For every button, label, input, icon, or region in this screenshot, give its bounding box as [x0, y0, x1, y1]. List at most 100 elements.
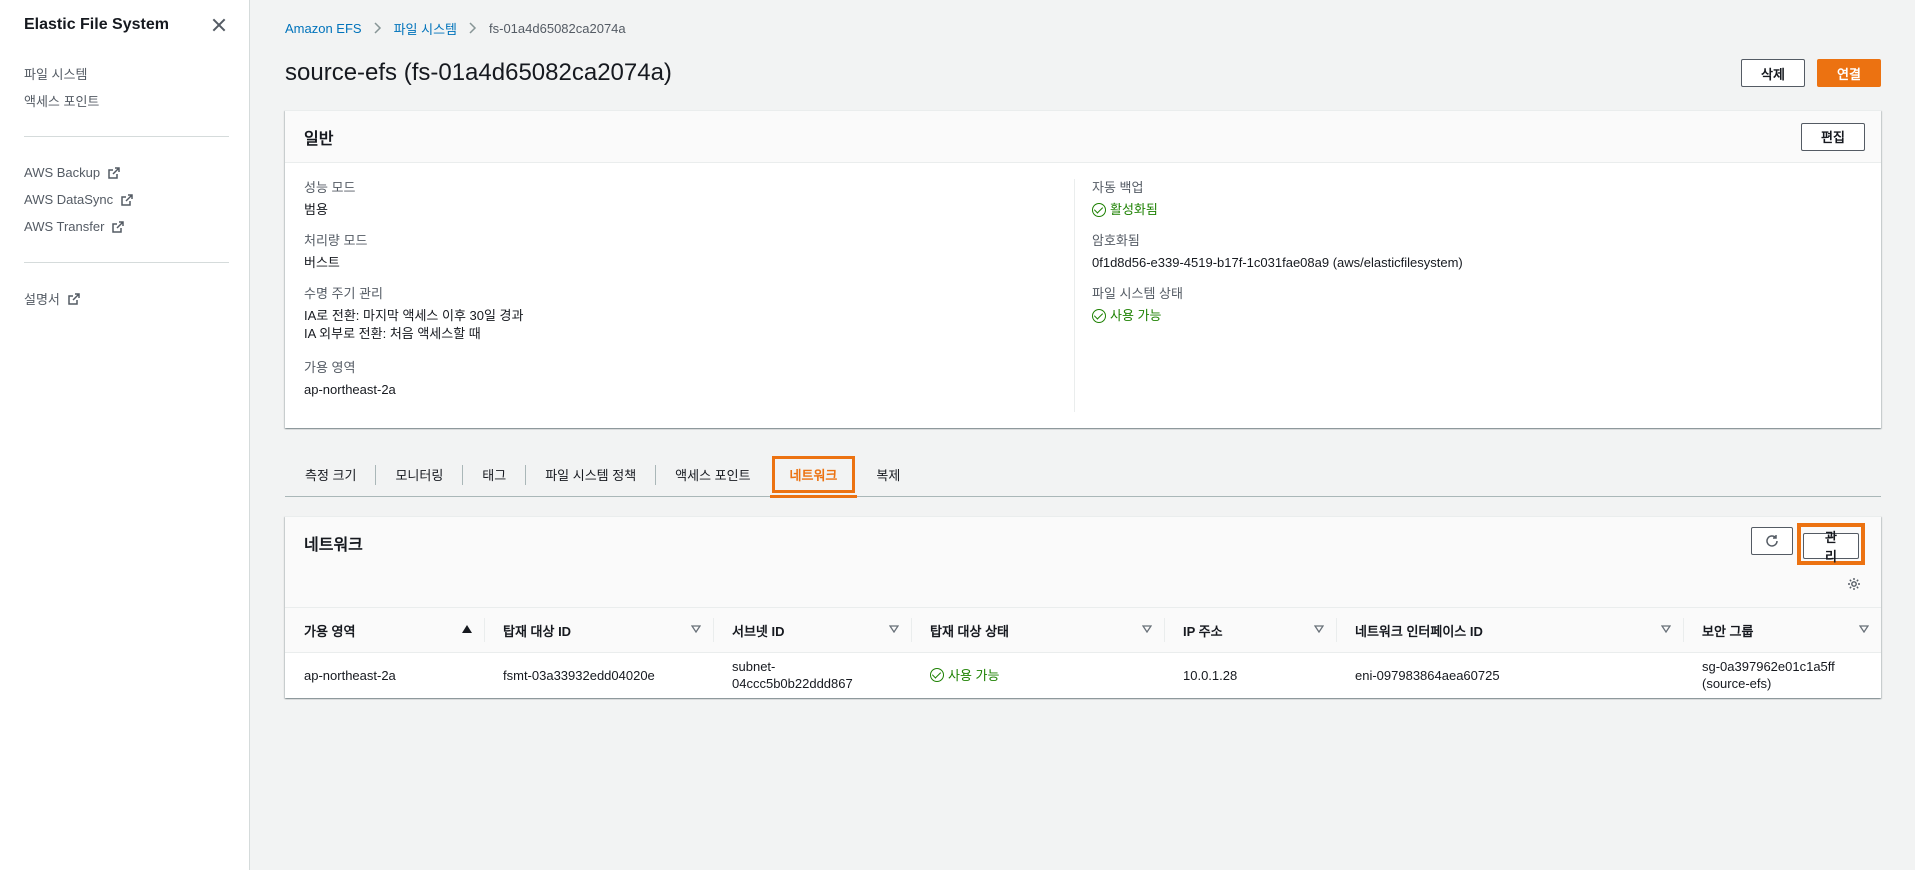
column-label: 탑재 대상 상태: [930, 623, 1009, 639]
column-security-groups[interactable]: 보안 그룹: [1683, 607, 1881, 653]
column-separator: [1683, 618, 1684, 642]
encryption: 암호화됨 0f1d8d56-e339-4519-b17f-1c031fae08a…: [1092, 232, 1862, 272]
gear-icon[interactable]: [1847, 577, 1861, 591]
performance-mode-value: 범용: [304, 202, 328, 217]
refresh-icon: [1766, 535, 1778, 547]
column-subnet-id[interactable]: 서브넷 ID: [713, 607, 911, 653]
cell-mount-target-state: 사용 가능: [911, 653, 1164, 698]
side-nav-aws-datasync-label: AWS DataSync: [24, 192, 114, 207]
manage-button[interactable]: 관리: [1803, 530, 1859, 564]
column-ip-address[interactable]: IP 주소: [1164, 607, 1336, 653]
file-system-state: 파일 시스템 상태 사용 가능: [1092, 285, 1862, 325]
column-separator: [484, 618, 485, 642]
page-actions: 삭제 연결: [1741, 59, 1881, 87]
tab-network[interactable]: 네트워크: [769, 453, 858, 498]
mount-target-state-value: 사용 가능: [948, 667, 1000, 683]
throughput-mode: 처리량 모드 버스트: [304, 232, 1074, 272]
sort-icon: [1314, 625, 1324, 633]
availability-zone-label: 가용 영역: [304, 360, 356, 375]
column-label: 가용 영역: [304, 623, 356, 639]
side-nav-aws-transfer[interactable]: AWS Transfer: [24, 213, 225, 240]
breadcrumb-amazon-efs[interactable]: Amazon EFS: [285, 21, 362, 36]
general-right-column: 자동 백업 활성화됨 암호화됨 0f1d8d56-e339-4519-b17f-…: [1074, 179, 1862, 412]
breadcrumb-current: fs-01a4d65082ca2074a: [489, 20, 626, 36]
general-left-column: 성능 모드 범용 처리량 모드 버스트 수명 주기 관리 IA로 전환: 마지막…: [304, 179, 1074, 412]
table-row: ap-northeast-2a fsmt-03a33932edd04020e s…: [285, 653, 1881, 698]
tab-monitoring[interactable]: 모니터링: [375, 464, 462, 485]
column-label: 보안 그룹: [1702, 623, 1754, 639]
side-nav-documentation[interactable]: 설명서: [24, 285, 225, 312]
tab-replication[interactable]: 복제: [857, 465, 919, 485]
status-check-icon: [1092, 309, 1106, 323]
column-availability-zone[interactable]: 가용 영역: [285, 607, 484, 653]
status-check-icon: [1092, 203, 1106, 217]
general-panel-title: 일반: [304, 130, 334, 148]
column-mount-target-id[interactable]: 탑재 대상 ID: [484, 607, 713, 653]
column-label: 탑재 대상 ID: [503, 623, 572, 639]
status-check-icon: [930, 668, 944, 683]
tab-metered-size[interactable]: 측정 크기: [285, 465, 375, 485]
throughput-mode-value: 버스트: [304, 255, 340, 270]
side-nav-aws-transfer-label: AWS Transfer: [24, 219, 105, 234]
delete-button[interactable]: 삭제: [1741, 59, 1805, 87]
lifecycle-transition-out-ia: IA 외부로 전환: 처음 액세스할 때: [304, 326, 481, 341]
side-nav-access-points[interactable]: 액세스 포인트: [24, 87, 225, 114]
network-panel-title: 네트워크: [304, 537, 363, 554]
encryption-label: 암호화됨: [1092, 233, 1140, 248]
throughput-mode-label: 처리량 모드: [304, 233, 368, 248]
lifecycle-management-label: 수명 주기 관리: [304, 286, 383, 301]
side-nav-aws-backup-label: AWS Backup: [24, 165, 101, 180]
cell-availability-zone: ap-northeast-2a: [304, 667, 396, 683]
performance-mode: 성능 모드 범용: [304, 179, 1074, 219]
chevron-right-icon: [374, 22, 381, 34]
tab-file-system-policy[interactable]: 파일 시스템 정책: [525, 464, 655, 485]
sort-icon: [889, 625, 899, 633]
side-nav-file-systems[interactable]: 파일 시스템: [24, 60, 225, 87]
page-title: source-efs (fs-01a4d65082ca2074a): [285, 59, 672, 86]
breadcrumb-file-systems[interactable]: 파일 시스템: [394, 19, 457, 38]
close-icon[interactable]: [209, 15, 229, 35]
cell-network-interface-id[interactable]: eni-097983864aea60725: [1336, 653, 1683, 698]
external-link-icon: [112, 220, 125, 233]
file-system-state-status: 사용 가능: [1092, 307, 1862, 325]
lifecycle-transition-ia: IA로 전환: 마지막 액세스 이후 30일 경과: [304, 308, 524, 323]
side-nav-aws-datasync[interactable]: AWS DataSync: [24, 186, 225, 213]
general-panel-body: 성능 모드 범용 처리량 모드 버스트 수명 주기 관리 IA로 전환: 마지막…: [285, 163, 1881, 428]
tab-access-points[interactable]: 액세스 포인트: [655, 464, 769, 485]
general-panel-header: 일반 편집: [285, 111, 1881, 163]
network-actions: 관리: [1751, 523, 1865, 607]
cell-ip-address: 10.0.1.28: [1183, 667, 1238, 683]
column-separator: [911, 618, 912, 642]
encryption-value: 0f1d8d56-e339-4519-b17f-1c031fae08a9 (aw…: [1092, 255, 1463, 270]
tab-tags[interactable]: 태그: [462, 464, 525, 485]
availability-zone-value: ap-northeast-2a: [304, 382, 396, 397]
column-network-interface-id[interactable]: 네트워크 인터페이스 ID: [1336, 607, 1683, 653]
sort-icon: [691, 625, 701, 633]
side-nav-aws-backup[interactable]: AWS Backup: [24, 159, 225, 186]
side-nav-title[interactable]: Elastic File System: [24, 16, 169, 34]
column-label: IP 주소: [1183, 623, 1223, 639]
edit-button[interactable]: 편집: [1801, 122, 1865, 151]
refresh-button[interactable]: [1751, 527, 1793, 555]
network-panel-header: 네트워크 관리: [285, 517, 1881, 607]
cell-subnet-id[interactable]: subnet- 04ccc5b0b22ddd867: [713, 653, 911, 698]
side-navigation: Elastic File System 파일 시스템 액세스 포인트 AWS B…: [0, 0, 250, 870]
attach-button[interactable]: 연결: [1817, 59, 1881, 87]
external-link-icon: [121, 193, 133, 206]
subnet-id-line-2: 04ccc5b0b22ddd867: [732, 676, 853, 692]
file-system-state-value: 사용 가능: [1110, 308, 1162, 323]
network-panel: 네트워크 관리 가용 영역 탑재 대상 ID 서브넷 ID 탑재 대상 상태 I…: [285, 516, 1881, 698]
column-mount-target-state[interactable]: 탑재 대상 상태: [911, 607, 1164, 653]
lifecycle-management: 수명 주기 관리 IA로 전환: 마지막 액세스 이후 30일 경과 IA 외부…: [304, 285, 1074, 343]
side-nav-documentation-label: 설명서: [24, 292, 60, 307]
chevron-right-icon: [469, 22, 477, 34]
automatic-backups-value: 활성화됨: [1110, 202, 1158, 217]
network-table: 가용 영역 탑재 대상 ID 서브넷 ID 탑재 대상 상태 IP 주소 네트워…: [285, 607, 1881, 698]
table-header-row: 가용 영역 탑재 대상 ID 서브넷 ID 탑재 대상 상태 IP 주소 네트워…: [285, 607, 1881, 653]
external-link-icon: [68, 292, 80, 305]
divider: [24, 136, 229, 137]
cell-security-groups[interactable]: sg-0a397962e01c1a5ff (source-efs): [1683, 653, 1881, 698]
mount-target-state-status: 사용 가능: [930, 667, 1145, 684]
side-nav-docs-group: 설명서: [0, 273, 249, 324]
automatic-backups: 자동 백업 활성화됨: [1092, 179, 1862, 219]
